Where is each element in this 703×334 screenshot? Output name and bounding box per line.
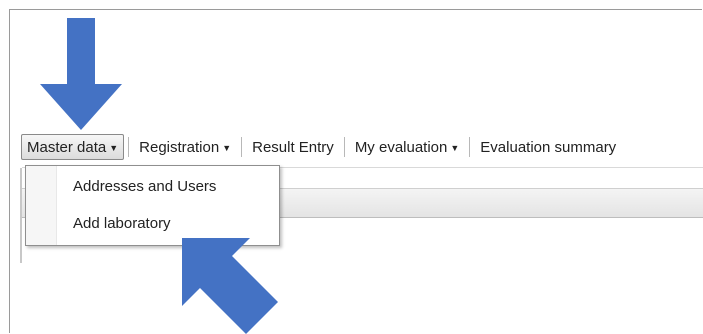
menu-result-entry-label: Result Entry xyxy=(252,138,334,156)
menu-separator xyxy=(469,137,471,157)
menu-my-evaluation-label: My evaluation xyxy=(354,138,448,156)
master-data-dropdown: Addresses and Users Add laboratory xyxy=(25,165,280,246)
menu-separator xyxy=(343,137,345,157)
dropdown-gutter xyxy=(26,166,57,245)
menu-evaluation-summary[interactable]: Evaluation summary xyxy=(474,134,622,160)
menu-bar: Master data ▼ Registration ▼ Result Entr… xyxy=(21,129,703,165)
menu-separator xyxy=(128,137,130,157)
chevron-down-icon: ▼ xyxy=(450,143,460,153)
chevron-down-icon: ▼ xyxy=(222,143,232,153)
menu-separator xyxy=(241,137,243,157)
down-arrow-icon xyxy=(40,18,122,130)
menu-registration-label: Registration xyxy=(139,138,220,156)
up-left-arrow-icon xyxy=(182,238,278,334)
menu-result-entry[interactable]: Result Entry xyxy=(246,134,340,160)
dropdown-item-add-laboratory[interactable]: Add laboratory xyxy=(73,215,171,232)
dropdown-item-addresses-and-users[interactable]: Addresses and Users xyxy=(73,178,216,195)
menu-registration[interactable]: Registration ▼ xyxy=(133,134,237,160)
menu-master-data-label: Master data xyxy=(27,138,107,156)
chevron-down-icon: ▼ xyxy=(109,143,119,153)
menu-master-data[interactable]: Master data ▼ xyxy=(21,134,125,160)
menu-evaluation-summary-label: Evaluation summary xyxy=(480,138,617,156)
menu-my-evaluation[interactable]: My evaluation ▼ xyxy=(349,134,465,160)
